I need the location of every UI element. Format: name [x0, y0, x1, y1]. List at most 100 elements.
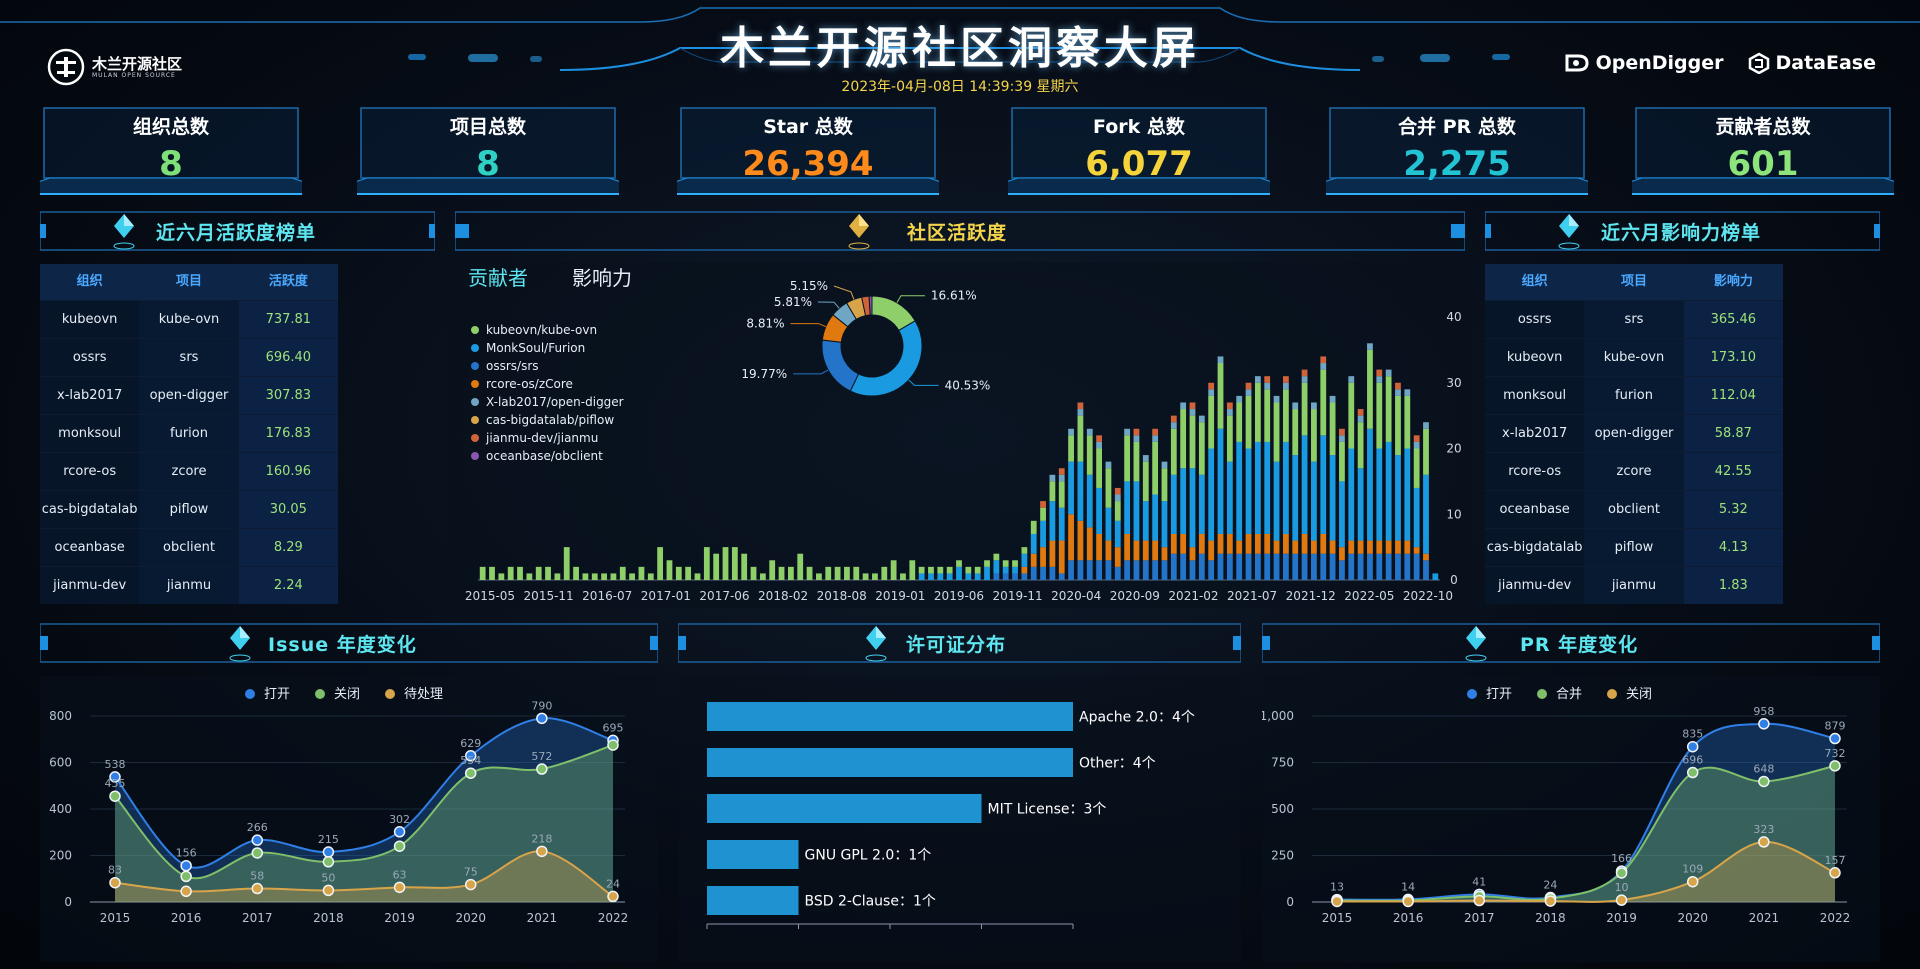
table-cell: 4.13 [1683, 529, 1783, 566]
stacked-bar-segment [1096, 448, 1102, 488]
stacked-bar-segment [1105, 540, 1112, 561]
data-label: 75 [464, 866, 478, 879]
kpi-card: 贡献者总数 601 [1632, 106, 1894, 195]
table-cell: 737.81 [238, 301, 338, 338]
stacked-bar-segment [993, 573, 1000, 580]
stacked-bar-segment [591, 573, 598, 580]
donut-label-line [908, 379, 939, 386]
influence-rank-table: 组织 项目 影响力 ossrs srs 365.46 kubeovn kube-ovn 173.… [1485, 264, 1783, 608]
data-label: 554 [460, 754, 481, 767]
table-cell: zcore [1584, 453, 1684, 490]
legend-label: MonkSoul/Furion [486, 341, 585, 355]
stacked-bar-segment [1413, 441, 1420, 449]
table-cell: 307.83 [238, 377, 338, 414]
stacked-bar-segment [1273, 395, 1280, 403]
table-header-cell: 项目 [1620, 274, 1647, 289]
stacked-bar-segment [993, 553, 1000, 561]
stacked-bar-segment [1180, 468, 1187, 534]
x-tick-label: 2021 [527, 911, 558, 925]
stacked-bar-segment [1311, 402, 1317, 410]
stacked-bar-segment [1264, 533, 1271, 554]
legend-label: 打开 [1486, 687, 1512, 702]
series-point [1758, 836, 1770, 848]
stacked-bar-segment [1423, 422, 1429, 429]
kpi-label: 贡献者总数 [1715, 116, 1811, 138]
stacked-bar-segment [1189, 402, 1196, 410]
stacked-bar-segment [1385, 441, 1392, 541]
series-point [1829, 732, 1841, 745]
y-tick-label: 600 [49, 756, 72, 770]
x-tick-label: 2019 [1606, 911, 1637, 925]
stacked-bar-segment [1142, 501, 1149, 541]
stacked-bar-segment [1002, 573, 1009, 580]
license-chart: Apache 2.0：4个 Other：4个 MIT License：3个 GNU G… [706, 702, 1195, 929]
kpi-card: 合并 PR 总数 2,275 [1326, 106, 1588, 195]
stacked-bar-segment [1311, 461, 1317, 541]
stacked-bar-segment [937, 573, 944, 580]
series-point [1686, 875, 1699, 888]
series-point [251, 882, 264, 895]
stacked-bar-segment [1030, 566, 1037, 580]
stacked-bar-segment [1292, 540, 1299, 554]
table-cell: ossrs [1485, 301, 1585, 338]
data-label: 157 [1825, 854, 1846, 867]
stacked-bar-segment [1086, 560, 1093, 580]
donut-label-line [793, 369, 829, 375]
stacked-bar-segment [1161, 501, 1168, 548]
stacked-bar-segment [1357, 540, 1364, 554]
kpi-value: 8 [476, 144, 500, 184]
stacked-bar-segment [1058, 468, 1065, 475]
stacked-bar-segment [1376, 540, 1383, 554]
stacked-bar-segment [1124, 428, 1131, 436]
stacked-bar-segment [1161, 468, 1168, 502]
stacked-bar-segment [1413, 435, 1420, 442]
data-label: 10 [1615, 881, 1629, 894]
data-label: 109 [1682, 863, 1703, 876]
table-row: rcore-os zcore 42.55 [1485, 452, 1783, 490]
section-license: 许可证分布 [678, 622, 1241, 664]
stacked-bar-segment [1217, 533, 1224, 554]
stacked-bar-segment [1423, 560, 1429, 580]
table-header: 组织 项目 影响力 [1485, 264, 1783, 300]
series-point [180, 885, 192, 898]
stacked-bar-segment [1282, 533, 1289, 554]
stacked-bar-segment [1264, 382, 1271, 390]
stacked-bar-segment [1432, 573, 1439, 580]
stacked-bar-segment [1404, 540, 1411, 554]
table-cell: 160.96 [238, 453, 338, 490]
legend-marker [471, 452, 479, 460]
stacked-bar-segment [1292, 455, 1299, 541]
x-tick-label: 2021-02 [1168, 589, 1218, 603]
table-cell: jianmu-dev [40, 567, 140, 604]
x-tick-label: 2015 [100, 911, 131, 925]
table-header-cell: 影响力 [1713, 274, 1753, 289]
stacked-bar-segment [1030, 553, 1037, 567]
stacked-bar-segment [1357, 468, 1364, 541]
series-point [536, 845, 548, 858]
stacked-bar-segment [1124, 435, 1131, 482]
y-tick-label: 500 [1271, 802, 1294, 816]
legend-marker [471, 362, 479, 370]
stacked-bar-segment [1086, 474, 1093, 528]
stacked-bar-segment [1404, 389, 1411, 396]
stacked-bar-segment [1245, 395, 1252, 449]
section-pr: PR 年度变化 [1262, 622, 1880, 664]
gem-icon [1465, 626, 1487, 662]
table-cell: obclient [1584, 491, 1684, 528]
stacked-bar-segment [1189, 415, 1196, 469]
stacked-bar-segment [816, 573, 822, 580]
table-row: monksoul furion 112.04 [1485, 376, 1783, 414]
table-header-cell: 组织 [76, 274, 103, 289]
series-point [109, 876, 121, 889]
legend-marker [1467, 689, 1477, 699]
stacked-bar-segment [1245, 389, 1252, 396]
y-tick-label: 250 [1271, 849, 1294, 863]
table-cell: jianmu [139, 567, 239, 604]
gem-icon [865, 626, 887, 662]
stacked-bar-segment [1376, 376, 1383, 383]
stacked-bar-segment [1301, 553, 1308, 580]
stacked-bar-segment [853, 566, 860, 580]
legend-marker [1537, 689, 1547, 699]
stacked-bar-segment [1282, 376, 1289, 383]
stacked-bar-segment [1180, 402, 1187, 410]
